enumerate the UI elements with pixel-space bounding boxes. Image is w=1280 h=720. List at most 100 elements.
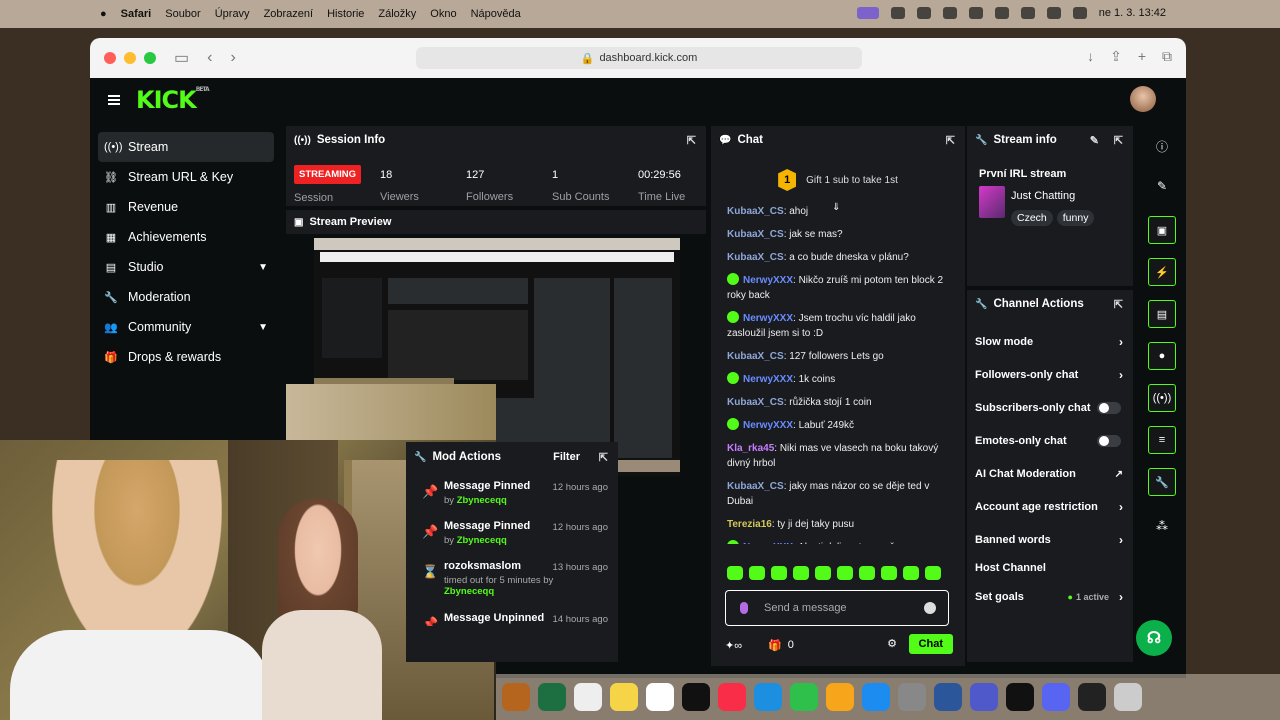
- pencil-icon[interactable]: ✎: [1148, 172, 1176, 200]
- sidebar-item-revenue[interactable]: ▥ Revenue: [98, 192, 274, 222]
- sidebar-item-studio[interactable]: ▤ Studio ▼: [98, 252, 274, 282]
- menu-item-edit[interactable]: Úpravy: [215, 8, 250, 20]
- sidebar-item-drops[interactable]: 🎁 Drops & rewards: [98, 342, 274, 372]
- music-icon[interactable]: [718, 683, 746, 711]
- gear-icon[interactable]: ⚙: [887, 637, 897, 650]
- sidebar-item-stream[interactable]: ((•)) Stream: [98, 132, 274, 162]
- sidebar-item-stream-url[interactable]: ⛓ Stream URL & Key: [98, 162, 274, 192]
- mod-action-item[interactable]: 📌 Message Pinned by Zbyneceqq 12 hours a…: [406, 480, 618, 520]
- edit-icon[interactable]: ✎: [1090, 134, 1099, 147]
- search-icon[interactable]: [1046, 7, 1061, 19]
- chat-message[interactable]: KubaaX_CS: jaky mas názor co se děje ted…: [727, 479, 955, 509]
- emote-icon[interactable]: [727, 566, 743, 580]
- settings-icon[interactable]: [916, 7, 931, 19]
- emote-icon[interactable]: [771, 566, 787, 580]
- emote-icon[interactable]: [749, 566, 765, 580]
- menu-item-view[interactable]: Zobrazení: [264, 8, 314, 20]
- emote-icon[interactable]: [859, 566, 875, 580]
- play-icon[interactable]: [968, 7, 983, 19]
- popout-icon[interactable]: ⇱: [687, 134, 696, 147]
- reminders-icon[interactable]: [574, 683, 602, 711]
- lightning-icon[interactable]: ⚡: [1148, 258, 1176, 286]
- emote-icon[interactable]: [903, 566, 919, 580]
- app-store-icon[interactable]: [862, 683, 890, 711]
- menu-item-bookmarks[interactable]: Záložky: [378, 8, 416, 20]
- chat-username[interactable]: KubaaX_CS: [727, 252, 784, 263]
- tabs-overview-icon[interactable]: ⧉: [1162, 48, 1172, 65]
- chat-message[interactable]: NerwyXXX: Aby ti dali partnera už: [727, 540, 955, 544]
- preview-panel-icon[interactable]: ▣: [1148, 216, 1176, 244]
- menu-item-help[interactable]: Nápověda: [471, 8, 521, 20]
- chat-username[interactable]: KubaaX_CS: [727, 351, 784, 362]
- chat-username[interactable]: Terezia16: [727, 519, 772, 530]
- close-window-button[interactable]: [104, 52, 116, 64]
- chat-message[interactable]: Terezia16: ty ji dej taky pusu: [727, 517, 955, 532]
- status-icon[interactable]: [890, 7, 905, 19]
- kick-coins-icon[interactable]: ✦∞: [725, 639, 742, 652]
- share-icon[interactable]: ⇪: [1110, 48, 1122, 65]
- excel-icon[interactable]: [538, 683, 566, 711]
- gift-sub-banner[interactable]: 1 Gift 1 sub to take 1st: [719, 162, 957, 198]
- menu-item-history[interactable]: Historie: [327, 8, 364, 20]
- chat-message[interactable]: NerwyXXX: 1k coins: [727, 372, 955, 387]
- zoom-window-button[interactable]: [144, 52, 156, 64]
- popout-icon[interactable]: ⇱: [599, 451, 608, 464]
- word-icon[interactable]: [934, 683, 962, 711]
- chat-username[interactable]: NerwyXXX: [743, 542, 793, 544]
- emote-icon[interactable]: [793, 566, 809, 580]
- popout-icon[interactable]: ⇱: [1114, 298, 1123, 311]
- chat-message[interactable]: NerwyXXX: Labuť 249kč: [727, 418, 955, 433]
- avatar[interactable]: [1130, 86, 1156, 112]
- gift-box-icon[interactable]: 🎁: [768, 639, 782, 652]
- send-chat-button[interactable]: Chat: [908, 634, 953, 654]
- banned-words-row[interactable]: Banned words ›: [975, 533, 1125, 547]
- emote-icon[interactable]: [881, 566, 897, 580]
- host-channel-row[interactable]: Host Channel: [975, 562, 1125, 574]
- chat-username[interactable]: NerwyXXX: [743, 313, 793, 324]
- terminal-icon[interactable]: [1006, 683, 1034, 711]
- chat-username[interactable]: NerwyXXX: [743, 420, 793, 431]
- menu-app-name[interactable]: Safari: [121, 8, 152, 20]
- popout-icon[interactable]: ⇱: [1114, 134, 1123, 147]
- chat-bubble-icon[interactable]: ●: [1148, 342, 1176, 370]
- chat-message[interactable]: KubaaX_CS: růžička stojí 1 coin: [727, 395, 955, 410]
- menubar-clock[interactable]: ne 1. 3. 13:42: [1099, 7, 1166, 19]
- sidebar-item-moderation[interactable]: 🔧 Moderation: [98, 282, 274, 312]
- slow-mode-row[interactable]: Slow mode ›: [975, 335, 1125, 349]
- notes-icon[interactable]: [610, 683, 638, 711]
- wrench-icon[interactable]: 🔧: [1148, 468, 1176, 496]
- moon-icon[interactable]: [942, 7, 957, 19]
- forward-icon[interactable]: ›: [230, 49, 235, 67]
- screen-record-icon[interactable]: [856, 7, 879, 19]
- chat-username[interactable]: NerwyXXX: [743, 374, 793, 385]
- chat-message[interactable]: KubaaX_CS: jak se mas?: [727, 227, 955, 242]
- teams-icon[interactable]: [970, 683, 998, 711]
- chat-username[interactable]: KubaaX_CS: [727, 481, 784, 492]
- back-icon[interactable]: ‹: [207, 49, 212, 67]
- numbers-icon[interactable]: [790, 683, 818, 711]
- chat-username[interactable]: NerwyXXX: [743, 275, 793, 286]
- broadcast-icon[interactable]: ((•)): [1148, 384, 1176, 412]
- trash-icon[interactable]: [1114, 683, 1142, 711]
- apple-icon[interactable]: ●: [100, 8, 107, 20]
- server-icon[interactable]: ≡: [1148, 426, 1176, 454]
- followers-only-row[interactable]: Followers-only chat ›: [975, 368, 1125, 382]
- account-age-row[interactable]: Account age restriction ›: [975, 500, 1125, 514]
- mic-icon[interactable]: [740, 602, 748, 614]
- community-icon[interactable]: ⁂: [1148, 512, 1176, 540]
- help-headset-icon[interactable]: ☊: [1136, 620, 1172, 656]
- chat-username[interactable]: KubaaX_CS: [727, 229, 784, 240]
- pages-icon[interactable]: [826, 683, 854, 711]
- chat-message[interactable]: NerwyXXX: Nikčo zruíš mi potom ten block…: [727, 273, 955, 303]
- chat-message[interactable]: Kla_rka45: Niki mas ve vlasech na boku t…: [727, 441, 955, 471]
- control-center-icon[interactable]: [1072, 7, 1087, 19]
- emoji-icon[interactable]: [924, 602, 936, 614]
- emote-icon[interactable]: [837, 566, 853, 580]
- mod-action-item[interactable]: ⌛ rozoksmaslom timed out for 5 minutes b…: [406, 560, 618, 612]
- filter-button[interactable]: Filter: [553, 451, 580, 463]
- menu-item-window[interactable]: Okno: [430, 8, 456, 20]
- set-goals-row[interactable]: Set goals1 active›: [975, 590, 1125, 604]
- document-icon[interactable]: ▤: [1148, 300, 1176, 328]
- minimize-window-button[interactable]: [124, 52, 136, 64]
- activity-icon[interactable]: [1078, 683, 1106, 711]
